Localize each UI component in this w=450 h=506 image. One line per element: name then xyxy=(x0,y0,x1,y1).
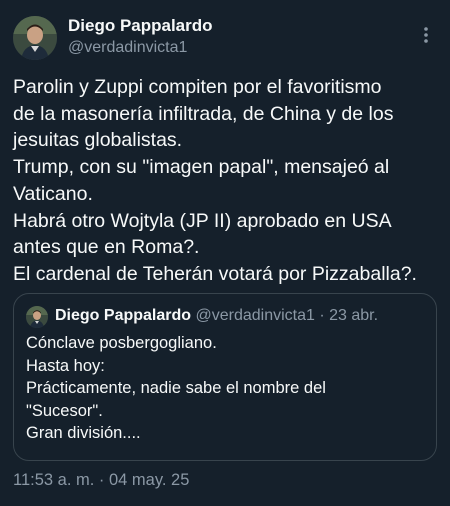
tweet-timestamp[interactable]: 11:53 a. m. · 04 may. 25 xyxy=(13,469,189,491)
tweet-text-line: Vaticano. xyxy=(13,182,93,205)
quoted-header: Diego Pappalardo @verdadinvicta1 · 23 ab… xyxy=(55,305,378,327)
quoted-text: Cónclave posbergogliano. Hasta hoy: Prác… xyxy=(26,332,326,445)
quoted-author-avatar[interactable] xyxy=(26,306,48,328)
tweet-text-line: antes que en Roma?. xyxy=(13,236,200,259)
more-options-button[interactable] xyxy=(416,24,436,46)
quoted-display-name[interactable]: Diego Pappalardo xyxy=(55,307,191,324)
quoted-text-line: Prácticamente, nadie sabe el nombre del xyxy=(26,379,326,397)
quoted-text-line: Cónclave posbergogliano. xyxy=(26,334,217,352)
tweet-text-line: Parolin y Zuppi compiten por el favoriti… xyxy=(13,76,382,98)
quoted-text-line: Gran división.... xyxy=(26,424,141,442)
tweet: Diego Pappalardo @verdadinvicta1 Parolin… xyxy=(0,0,450,506)
tweet-text-line: Habrá otro Wojtyla (JP II) aprobado en U… xyxy=(13,209,392,232)
avatar-photo-icon xyxy=(13,16,57,60)
tweet-text-line: jesuitas globalistas. xyxy=(13,129,183,152)
quoted-handle[interactable]: @verdadinvicta1 xyxy=(195,307,314,324)
author-display-name[interactable]: Diego Pappalardo xyxy=(68,15,213,37)
quoted-date[interactable]: 23 abr. xyxy=(329,307,378,324)
quoted-text-line: "Sucesor". xyxy=(26,401,103,420)
quoted-separator: · xyxy=(314,307,330,324)
quoted-tweet[interactable]: Diego Pappalardo @verdadinvicta1 · 23 ab… xyxy=(13,293,437,461)
avatar-photo-icon xyxy=(26,306,48,328)
author-handle[interactable]: @verdadinvicta1 xyxy=(68,37,213,59)
author-info[interactable]: Diego Pappalardo @verdadinvicta1 xyxy=(68,15,213,59)
author-avatar[interactable] xyxy=(13,16,57,60)
more-vertical-icon xyxy=(424,27,428,43)
tweet-text-line: de la masonería infiltrada, de China y d… xyxy=(13,102,394,125)
tweet-text: Parolin y Zuppi compiten por el favoriti… xyxy=(13,74,443,288)
tweet-text-line: El cardenal de Teherán votará por Pizzab… xyxy=(13,262,417,285)
tweet-text-line: Trump, con su "imagen papal", mensajeó a… xyxy=(13,156,390,179)
quoted-text-line: Hasta hoy: xyxy=(26,356,105,375)
